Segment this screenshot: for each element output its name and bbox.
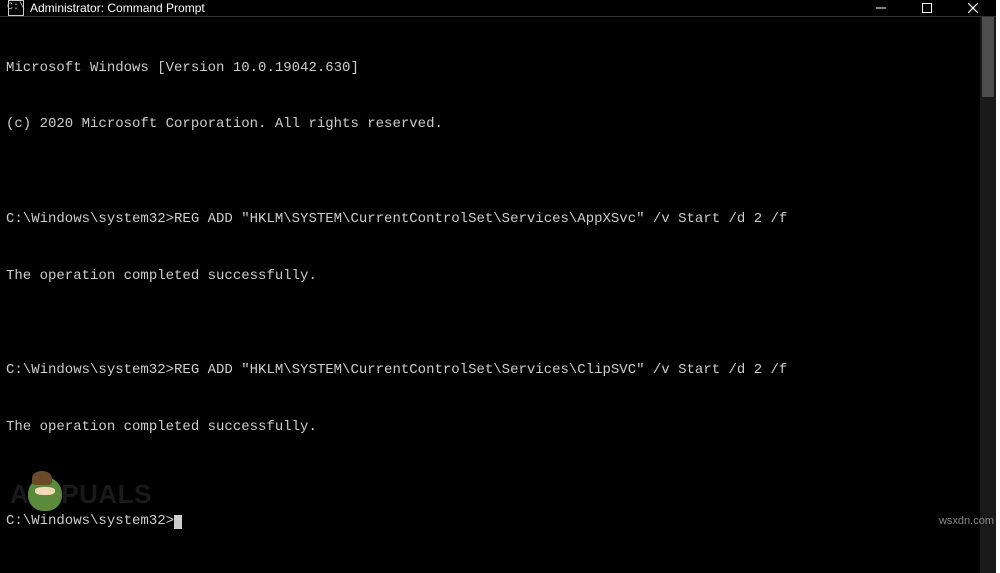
watermark-suffix: PUALS (61, 479, 152, 510)
window-controls (858, 0, 996, 16)
cmd-icon: C:\ (8, 0, 24, 16)
terminal-line: Microsoft Windows [Version 10.0.19042.63… (6, 59, 974, 78)
close-button[interactable] (950, 0, 996, 16)
watermark-face-icon (28, 477, 62, 511)
close-icon (968, 3, 978, 13)
watermark-logo: A PUALS (10, 477, 152, 511)
window-title: Administrator: Command Prompt (30, 1, 205, 15)
vertical-scrollbar[interactable] (980, 17, 996, 573)
watermark-prefix: A (10, 479, 29, 510)
terminal-prompt: C:\Windows\system32> (6, 512, 974, 531)
prompt-text: C:\Windows\system32> (6, 513, 174, 529)
minimize-button[interactable] (858, 0, 904, 16)
scrollbar-thumb[interactable] (982, 17, 994, 97)
maximize-icon (922, 3, 932, 13)
terminal-line: (c) 2020 Microsoft Corporation. All righ… (6, 115, 974, 134)
command-prompt-window: C:\ Administrator: Command Prompt Micros… (0, 0, 996, 504)
terminal-line: The operation completed successfully. (6, 418, 974, 437)
titlebar[interactable]: C:\ Administrator: Command Prompt (0, 0, 996, 17)
cursor (174, 515, 182, 529)
titlebar-left: C:\ Administrator: Command Prompt (0, 0, 205, 16)
terminal-line: C:\Windows\system32>REG ADD "HKLM\SYSTEM… (6, 361, 974, 380)
attribution-text: wsxdn.com (939, 515, 994, 527)
maximize-button[interactable] (904, 0, 950, 16)
terminal-line: C:\Windows\system32>REG ADD "HKLM\SYSTEM… (6, 210, 974, 229)
minimize-icon (876, 3, 886, 13)
terminal-line: The operation completed successfully. (6, 267, 974, 286)
